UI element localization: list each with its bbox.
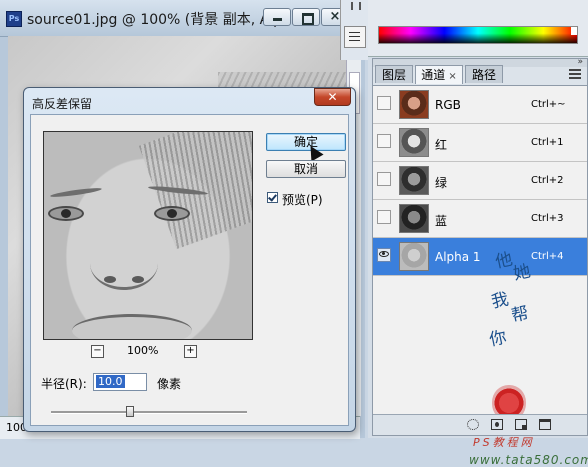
panel-tabs: 图层 通道 × 路径 bbox=[375, 65, 585, 85]
channel-row-blue[interactable]: 蓝 Ctrl+3 bbox=[373, 200, 587, 238]
channel-thumbnail bbox=[399, 204, 429, 233]
channel-row-red[interactable]: 红 Ctrl+1 bbox=[373, 124, 587, 162]
tab-label: 通道 bbox=[421, 68, 446, 82]
minimize-button[interactable] bbox=[263, 8, 291, 26]
tab-channels[interactable]: 通道 × bbox=[415, 65, 463, 84]
new-channel-icon[interactable] bbox=[515, 419, 527, 430]
panel-menu-icon[interactable] bbox=[569, 69, 581, 79]
channel-shortcut: Ctrl+3 bbox=[531, 213, 564, 224]
radius-row: 半径(R): 10.0 像素 bbox=[41, 373, 261, 393]
dock-document-button[interactable] bbox=[344, 26, 366, 48]
visibility-toggle[interactable] bbox=[377, 172, 391, 186]
high-pass-dialog: 高反差保留 ✕ − 100% + 确定 取消 预览(P) 半径(R): 10.0… bbox=[23, 87, 356, 432]
visibility-toggle[interactable] bbox=[377, 248, 391, 262]
dock-grip-icon[interactable] bbox=[351, 2, 361, 10]
zoom-out-button[interactable]: − bbox=[91, 345, 104, 358]
radius-unit: 像素 bbox=[157, 377, 182, 391]
mini-dock bbox=[340, 0, 369, 60]
dialog-body: − 100% + 确定 取消 预览(P) 半径(R): 10.0 像素 bbox=[30, 114, 349, 426]
load-selection-icon[interactable] bbox=[467, 419, 479, 430]
document-title: source01.jpg @ 100% (背景 副本, Alp... bbox=[27, 12, 296, 28]
preview-nose bbox=[90, 237, 158, 290]
channel-name: 红 bbox=[435, 138, 448, 152]
color-panel bbox=[368, 0, 588, 57]
color-spectrum[interactable] bbox=[378, 26, 578, 44]
tab-paths[interactable]: 路径 bbox=[465, 65, 503, 83]
visibility-toggle[interactable] bbox=[377, 134, 391, 148]
channel-shortcut: Ctrl+4 bbox=[531, 251, 564, 262]
cancel-button[interactable]: 取消 bbox=[266, 160, 346, 178]
watermark-char: 帮 bbox=[509, 303, 531, 327]
channel-list: RGB Ctrl+~ 红 Ctrl+1 绿 Ctrl+2 蓝 Ctrl+3 Al… bbox=[373, 85, 587, 416]
radius-input[interactable]: 10.0 bbox=[93, 373, 147, 391]
zoom-in-button[interactable]: + bbox=[184, 345, 197, 358]
maximize-icon bbox=[302, 13, 314, 25]
tab-label: 路径 bbox=[471, 68, 496, 82]
preview-label: 预览(P) bbox=[282, 193, 323, 207]
channel-name: RGB bbox=[435, 98, 461, 112]
visibility-toggle[interactable] bbox=[377, 96, 391, 110]
visibility-toggle[interactable] bbox=[377, 210, 391, 224]
maximize-button[interactable] bbox=[292, 8, 320, 26]
preview-lip bbox=[72, 314, 192, 339]
tab-layers[interactable]: 图层 bbox=[375, 65, 413, 83]
watermark-url: www.tata580.com bbox=[469, 453, 588, 467]
channel-row-green[interactable]: 绿 Ctrl+2 bbox=[373, 162, 587, 200]
channel-shortcut: Ctrl+1 bbox=[531, 137, 564, 148]
channel-name: Alpha 1 bbox=[435, 250, 481, 264]
preview-eye bbox=[48, 206, 84, 221]
channel-shortcut: Ctrl+2 bbox=[531, 175, 564, 186]
zoom-level: 100% bbox=[127, 344, 159, 357]
watermark-ps-text: PS教程网 bbox=[473, 436, 535, 449]
tab-close-icon[interactable]: × bbox=[448, 71, 456, 82]
photoshop-icon: Ps bbox=[6, 11, 22, 27]
channel-name: 绿 bbox=[435, 176, 448, 190]
filter-preview[interactable] bbox=[43, 131, 253, 340]
close-icon: ✕ bbox=[327, 90, 338, 104]
radius-slider[interactable] bbox=[51, 406, 247, 419]
channel-thumbnail bbox=[399, 166, 429, 195]
slider-track bbox=[51, 411, 247, 414]
preview-eye bbox=[154, 206, 190, 221]
checkbox-checked-icon[interactable] bbox=[267, 192, 278, 203]
zoom-controls: − 100% + bbox=[91, 344, 221, 359]
channels-panel: » 图层 通道 × 路径 RGB Ctrl+~ 红 Ctrl+1 绿 Ctrl+… bbox=[372, 57, 588, 467]
panel-footer bbox=[373, 414, 587, 435]
eye-icon bbox=[379, 251, 389, 257]
watermark-char: 你 bbox=[487, 327, 509, 351]
delete-channel-icon[interactable] bbox=[539, 419, 551, 430]
dialog-title: 高反差保留 bbox=[32, 97, 93, 111]
document-titlebar[interactable]: Ps source01.jpg @ 100% (背景 副本, Alp... × bbox=[0, 0, 365, 37]
minimize-icon bbox=[273, 18, 282, 21]
radius-label: 半径(R): bbox=[41, 377, 87, 391]
channel-thumbnail bbox=[399, 242, 429, 271]
preview-brow bbox=[49, 186, 103, 199]
channel-row-alpha[interactable]: Alpha 1 Ctrl+4 bbox=[373, 238, 587, 276]
right-panel-area: » 图层 通道 × 路径 RGB Ctrl+~ 红 Ctrl+1 绿 Ctrl+… bbox=[368, 0, 588, 467]
radius-value: 10.0 bbox=[96, 375, 125, 388]
tab-label: 图层 bbox=[381, 68, 406, 82]
channel-shortcut: Ctrl+~ bbox=[531, 99, 566, 110]
save-selection-icon[interactable] bbox=[491, 419, 503, 430]
dialog-close-button[interactable]: ✕ bbox=[314, 88, 351, 106]
channel-row-rgb[interactable]: RGB Ctrl+~ bbox=[373, 86, 587, 124]
channel-thumbnail bbox=[399, 128, 429, 157]
channel-name: 蓝 bbox=[435, 214, 448, 228]
watermark-char: 我 bbox=[489, 289, 511, 313]
channel-thumbnail bbox=[399, 90, 429, 119]
slider-knob[interactable] bbox=[126, 406, 134, 417]
